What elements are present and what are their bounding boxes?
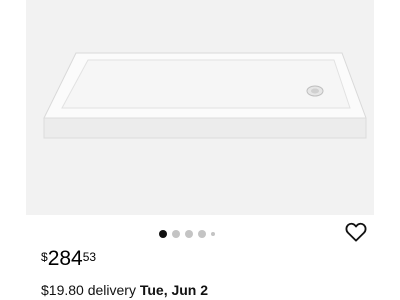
heart-outline-icon bbox=[345, 222, 367, 242]
shower-base-icon bbox=[43, 52, 367, 139]
product-image[interactable] bbox=[26, 0, 374, 215]
favorite-button[interactable] bbox=[343, 219, 369, 245]
delivery-fee: $19.80 delivery bbox=[41, 282, 136, 298]
image-carousel-dots[interactable] bbox=[159, 229, 215, 239]
carousel-dot[interactable] bbox=[185, 230, 193, 238]
carousel-dot[interactable] bbox=[172, 230, 180, 238]
carousel-dot[interactable] bbox=[198, 230, 206, 238]
delivery-info: $19.80 delivery Tue, Jun 2 bbox=[41, 282, 208, 298]
carousel-dot[interactable] bbox=[211, 232, 215, 236]
delivery-date: Tue, Jun 2 bbox=[139, 282, 209, 298]
carousel-dot[interactable] bbox=[159, 230, 167, 238]
product-price: $ 284 53 bbox=[41, 248, 96, 269]
price-currency: $ bbox=[41, 250, 48, 264]
price-cents: 53 bbox=[82, 250, 97, 264]
price-dollars: 284 bbox=[47, 247, 83, 270]
